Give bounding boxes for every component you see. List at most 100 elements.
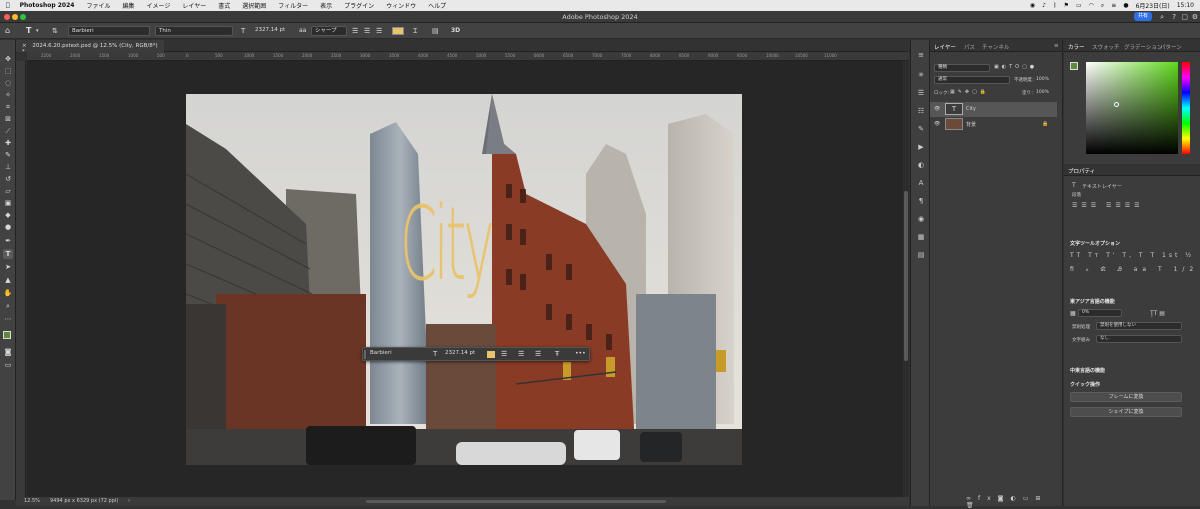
align-right-icon[interactable]: ☰ bbox=[376, 26, 382, 36]
eraser-tool-icon[interactable]: ▱ bbox=[3, 186, 13, 196]
lock-icons[interactable]: ▦✎✥▢🔒 bbox=[950, 89, 989, 95]
dodge-tool-icon[interactable]: ● bbox=[3, 222, 13, 232]
tab-gradients[interactable]: グラデーション bbox=[1124, 43, 1162, 51]
visibility-eye-icon[interactable]: 👁 bbox=[934, 106, 940, 112]
convert-to-shape-button[interactable]: シェイプに変換 bbox=[1070, 407, 1182, 417]
shape-tool-icon[interactable]: ▲ bbox=[3, 275, 13, 285]
menu-app-name[interactable]: Photoshop 2024 bbox=[20, 2, 75, 9]
eyedropper-tool-icon[interactable]: ⟋ bbox=[3, 126, 13, 136]
tsume-extra-icons[interactable]: ŢT ▤ bbox=[1150, 310, 1165, 317]
control-center-icon[interactable]: ≡ bbox=[1111, 2, 1116, 9]
menu-layer[interactable]: レイヤー bbox=[182, 1, 206, 10]
more-tools-icon[interactable]: ⋯ bbox=[3, 314, 13, 324]
threed-button[interactable]: 3D bbox=[451, 26, 460, 36]
navigator-icon[interactable]: ✳ bbox=[916, 70, 926, 80]
history-icon[interactable]: ◐ bbox=[916, 160, 926, 170]
ctx-align-center-icon[interactable]: ☰ bbox=[518, 349, 524, 359]
menu-file[interactable]: ファイル bbox=[86, 1, 110, 10]
menu-select[interactable]: 選択範囲 bbox=[242, 1, 266, 10]
type-tool-icon[interactable]: T bbox=[3, 249, 13, 259]
bluetooth-icon[interactable]: ᛒ bbox=[1053, 2, 1057, 9]
link-layers-icon[interactable]: ∞ bbox=[966, 495, 978, 502]
font-style-select[interactable]: Thin bbox=[155, 26, 233, 36]
workspace-icon[interactable]: ▢ bbox=[1181, 12, 1188, 22]
flag-icon[interactable]: ⚑ bbox=[1064, 2, 1069, 9]
tab-color[interactable]: カラー bbox=[1068, 43, 1085, 51]
learn-icon[interactable]: ≡ bbox=[916, 50, 926, 60]
zoom-level[interactable]: 12.5% bbox=[24, 498, 40, 504]
glyphs-icon[interactable]: ◉ bbox=[916, 214, 926, 224]
hand-tool-icon[interactable]: ✋ bbox=[3, 288, 13, 298]
menu-plugins[interactable]: プラグイン bbox=[344, 1, 374, 10]
text-color-swatch[interactable] bbox=[392, 27, 404, 35]
middle-east-section[interactable]: 中東言語の機能 bbox=[1070, 367, 1105, 374]
layer-style-icon[interactable]: fx bbox=[978, 495, 998, 502]
menu-edit[interactable]: 編集 bbox=[122, 1, 134, 10]
align-left-icon[interactable]: ☰ bbox=[352, 26, 358, 36]
screen-mode-icon[interactable]: ▭ bbox=[3, 360, 13, 370]
vertical-scroll-thumb[interactable] bbox=[904, 191, 908, 361]
menu-image[interactable]: イメージ bbox=[146, 1, 170, 10]
tab-patterns[interactable]: パターン bbox=[1160, 43, 1182, 51]
siri-icon[interactable]: ● bbox=[1123, 2, 1128, 9]
paragraph-align-icons[interactable]: ☰☰☰ ☰☰☰☰ bbox=[1072, 202, 1144, 209]
layer-filter-select[interactable]: 種類 bbox=[934, 64, 990, 72]
opacity-value[interactable]: 100% bbox=[1036, 77, 1049, 82]
char-style-icons-row1[interactable]: TT Tт T' T, T T 1st ½ bbox=[1070, 252, 1194, 259]
pen-tool-icon[interactable]: ✒ bbox=[3, 236, 13, 246]
fill-value[interactable]: 100% bbox=[1036, 90, 1049, 95]
adjustments-icon[interactable]: ☰ bbox=[916, 88, 926, 98]
ctx-align-left-icon[interactable]: ☰ bbox=[501, 349, 507, 359]
zoom-tool-icon[interactable]: ⌕ bbox=[3, 301, 13, 311]
frame-tool-icon[interactable]: ⊠ bbox=[3, 114, 13, 124]
east-asian-section[interactable]: 東アジア言語の機能 bbox=[1070, 298, 1115, 305]
character-icon[interactable]: A bbox=[916, 178, 926, 188]
healing-brush-tool-icon[interactable]: ✚ bbox=[3, 138, 13, 148]
tab-paths[interactable]: パス bbox=[964, 43, 975, 51]
layer-name[interactable]: City bbox=[966, 106, 976, 112]
apple-icon[interactable]:  bbox=[6, 2, 10, 9]
tab-swatches[interactable]: スウォッチ bbox=[1092, 43, 1120, 51]
home-icon[interactable]: ⌂ bbox=[5, 26, 10, 36]
status-expand-icon[interactable]: › bbox=[128, 498, 130, 504]
new-layer-icon[interactable]: ⊞ bbox=[1035, 495, 1047, 502]
libraries-icon[interactable]: ☷ bbox=[916, 106, 926, 116]
layer-filter-icons[interactable]: ▣◐TO▢● bbox=[994, 64, 1037, 70]
warp-text-icon[interactable]: Ꮖ bbox=[413, 26, 418, 36]
menu-view[interactable]: 表示 bbox=[320, 1, 332, 10]
menu-window[interactable]: ウィンドウ bbox=[386, 1, 416, 10]
vertical-scrollbar[interactable] bbox=[903, 61, 909, 497]
color-picker-cursor[interactable] bbox=[1114, 102, 1119, 107]
panel-menu-icon[interactable]: ≡ bbox=[1054, 43, 1059, 49]
tsume-select[interactable]: 0% bbox=[1078, 309, 1122, 317]
font-size-input[interactable]: 2327.14 pt bbox=[252, 26, 292, 36]
status-extra-icon[interactable]: ◉ bbox=[1030, 2, 1035, 9]
character-panel-icon[interactable]: ▤ bbox=[432, 26, 439, 36]
quick-actions-section[interactable]: クイック操作 bbox=[1070, 381, 1100, 388]
ctx-color-swatch[interactable] bbox=[487, 351, 495, 358]
blur-tool-icon[interactable]: ◆ bbox=[3, 210, 13, 220]
magic-wand-tool-icon[interactable]: ✧ bbox=[3, 90, 13, 100]
ctx-font-size-input[interactable]: 2327.14 pt bbox=[442, 349, 480, 359]
marquee-tool-icon[interactable]: ⬚ bbox=[3, 66, 13, 76]
paragraph-icon[interactable]: ¶ bbox=[916, 196, 926, 206]
color-picker-field[interactable] bbox=[1086, 62, 1178, 154]
move-tool-icon[interactable]: ✥ bbox=[3, 54, 13, 64]
hue-slider[interactable] bbox=[1182, 62, 1190, 154]
search-icon[interactable]: ⌕ bbox=[1160, 12, 1164, 22]
path-select-tool-icon[interactable]: ➤ bbox=[3, 262, 13, 272]
properties-icon[interactable]: ▦ bbox=[916, 232, 926, 242]
brush-settings-icon[interactable]: ✎ bbox=[916, 124, 926, 134]
color-fg-swatch[interactable] bbox=[1070, 62, 1078, 70]
visibility-eye-icon[interactable]: 👁 bbox=[934, 121, 940, 127]
type-tool-icon[interactable]: T bbox=[26, 26, 31, 36]
menu-type[interactable]: 書式 bbox=[218, 1, 230, 10]
quick-mask-icon[interactable]: ◙ bbox=[3, 347, 13, 357]
horizontal-scroll-thumb[interactable] bbox=[366, 500, 666, 503]
ctx-font-family-select[interactable]: Barbieri bbox=[367, 349, 429, 359]
char-style-icons-row2[interactable]: ﬁ ℴ ﬆ Ꭿ aa T 1/2 bbox=[1070, 266, 1198, 274]
drag-handle-icon[interactable] bbox=[364, 350, 366, 359]
layer-name[interactable]: 背景 bbox=[966, 121, 976, 128]
kinsoku-select[interactable]: 禁則を使用しない bbox=[1096, 322, 1182, 330]
blend-mode-select[interactable]: 通常 bbox=[934, 76, 1010, 84]
